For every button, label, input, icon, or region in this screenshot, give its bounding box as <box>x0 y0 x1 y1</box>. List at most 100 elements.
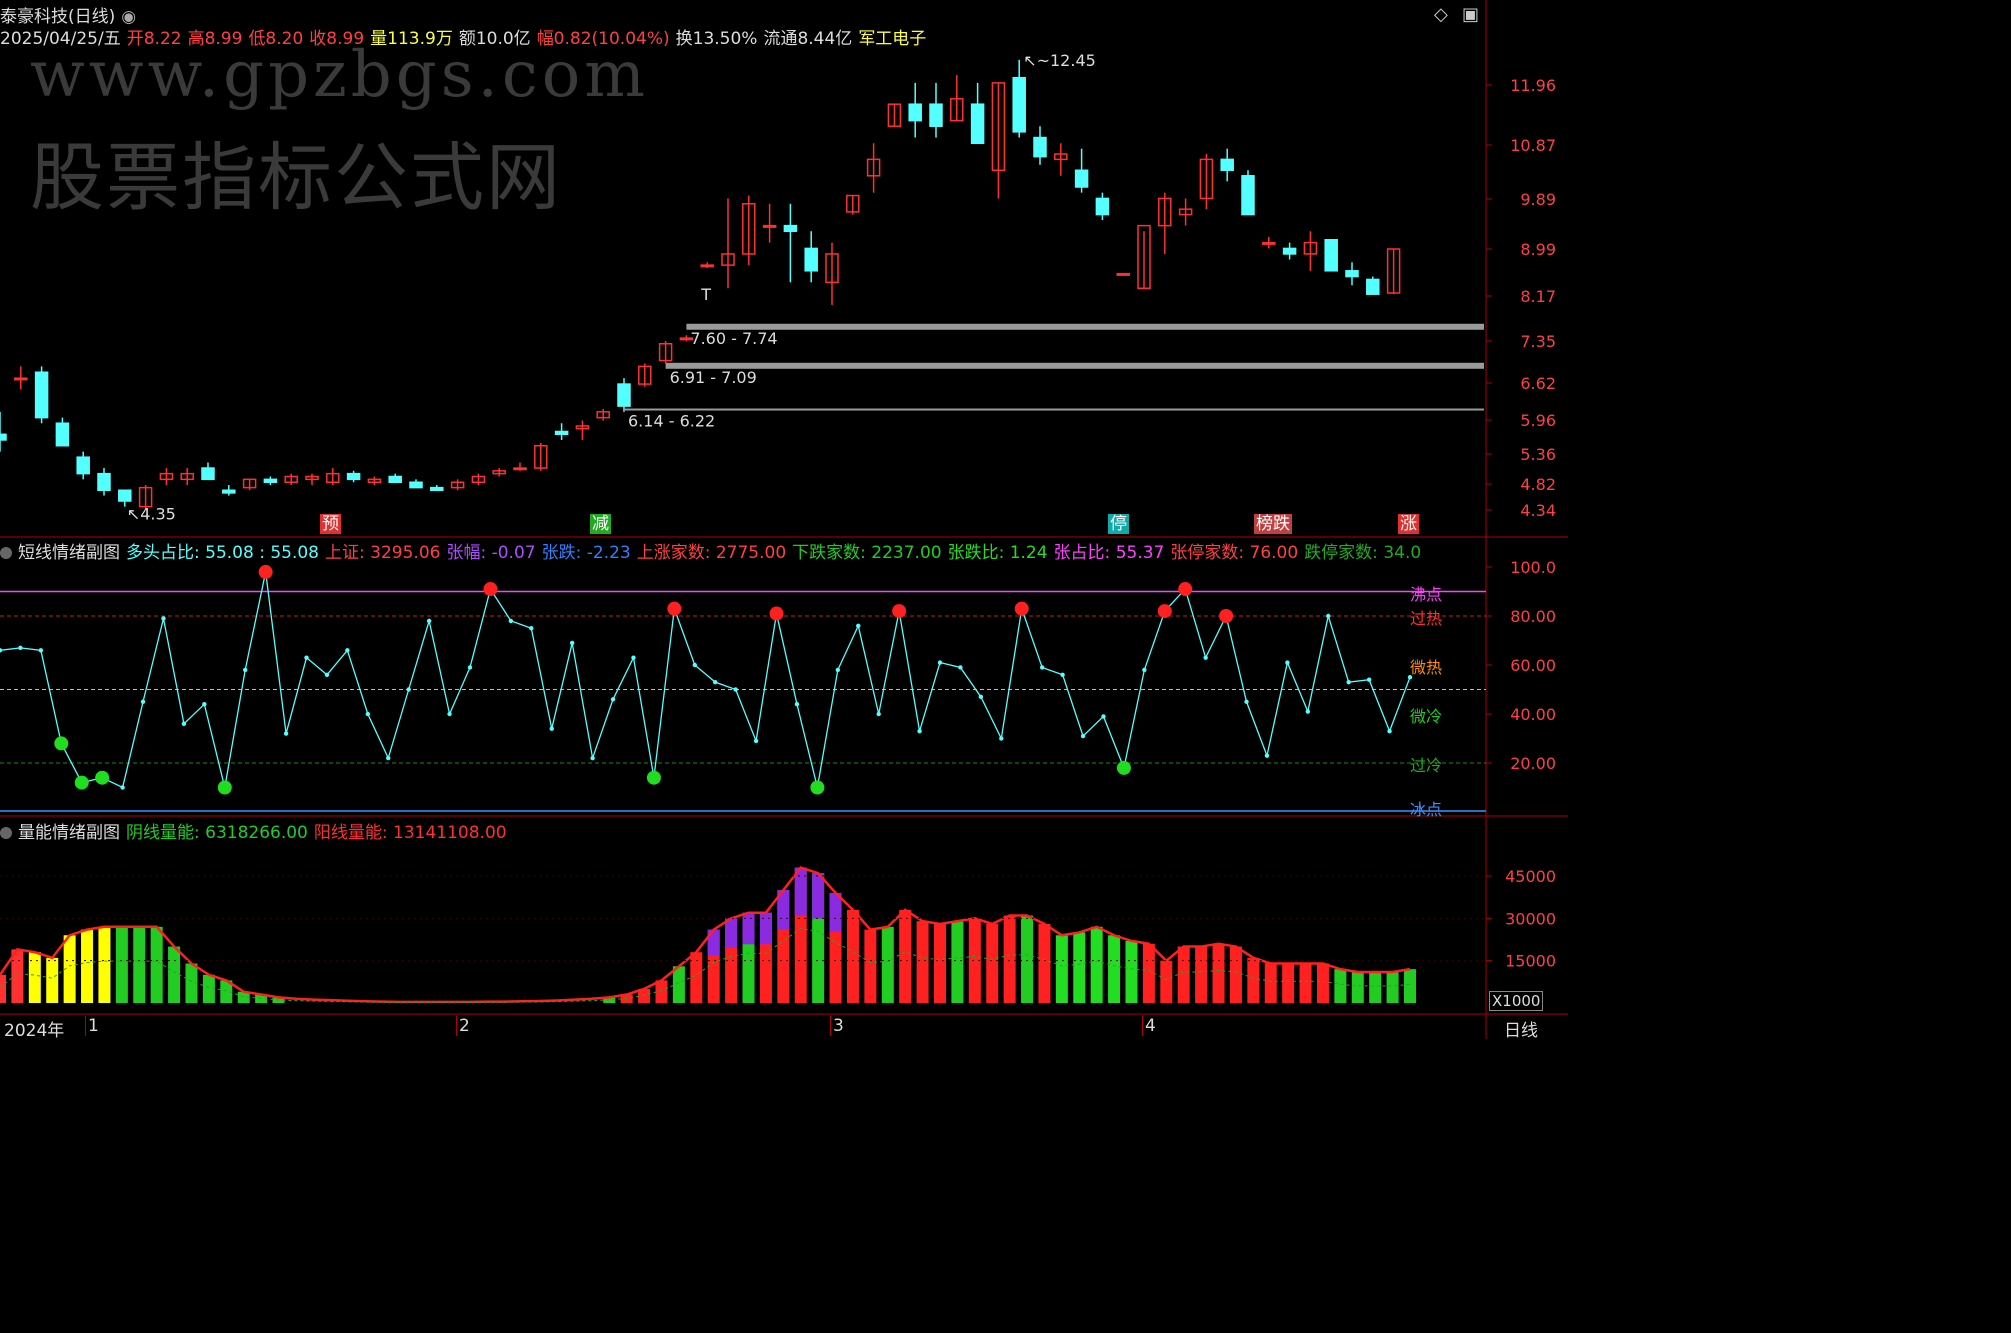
volume-bar <box>1090 926 1103 1003</box>
y-tick-label: 4.82 <box>1520 475 1556 494</box>
hot-marker <box>1178 582 1193 597</box>
y-tick-label: 8.17 <box>1520 287 1556 306</box>
y-tick-label: 6.62 <box>1520 374 1556 393</box>
event-flag[interactable]: 减 <box>590 514 611 534</box>
x-axis-label: 4 <box>1142 1016 1156 1036</box>
sentiment-point <box>610 697 616 702</box>
legend-item: 张跌比: 1.24 <box>947 543 1048 563</box>
sentiment-point <box>713 679 718 685</box>
sentiment-point <box>202 702 207 707</box>
sentiment-point <box>0 648 3 653</box>
high-price: 高8.99 <box>187 29 243 49</box>
y-tick-label: 5.36 <box>1520 445 1556 464</box>
event-flag[interactable]: 榜跌 <box>1254 514 1292 534</box>
sentiment-point <box>38 648 44 653</box>
candle-body <box>762 224 777 228</box>
candle-body <box>409 481 423 489</box>
sentiment-point <box>856 623 861 628</box>
volume-title: 量能情绪副图 <box>18 823 120 843</box>
sentiment-point <box>590 755 595 761</box>
y-tick-label: 80.00 <box>1510 607 1556 626</box>
sentiment-point <box>18 645 23 651</box>
diamond-icon[interactable]: ◇ <box>1434 4 1448 25</box>
volume: 量113.9万 <box>370 29 453 49</box>
volume-bar <box>1212 943 1225 1003</box>
volume-bar <box>115 926 128 1003</box>
candle-body <box>908 103 922 122</box>
hot-marker <box>258 564 273 579</box>
cold-marker <box>95 770 110 785</box>
close-price: 收8.99 <box>309 29 365 49</box>
sector[interactable]: 军工电子 <box>858 29 926 49</box>
candle-body <box>970 103 985 145</box>
cold-marker <box>217 780 232 795</box>
volume-bar <box>168 946 181 1003</box>
level-label: 过冷 <box>1410 756 1443 775</box>
sentiment-point <box>1203 655 1208 660</box>
panel-toggle-icon[interactable] <box>0 827 12 839</box>
event-flag[interactable]: 涨 <box>1398 514 1419 534</box>
candle-body <box>14 377 28 381</box>
zone-bar <box>624 408 1484 411</box>
cold-marker <box>1116 760 1131 775</box>
amount: 额10.0亿 <box>458 29 531 49</box>
sentiment-point <box>529 626 534 631</box>
volume-bar <box>1177 946 1190 1003</box>
hot-marker <box>483 582 498 597</box>
candle-body <box>76 456 90 475</box>
hot-marker <box>1219 609 1234 623</box>
volume-bar <box>98 926 111 1003</box>
zone-label: 7.60 - 7.74 <box>690 329 777 348</box>
hot-marker <box>769 606 784 621</box>
y-tick-label: 45000 <box>1505 867 1556 886</box>
sentiment-point <box>406 687 411 692</box>
turnover: 换13.50% <box>675 29 758 49</box>
sentiment-title: 短线情绪副图 <box>18 543 120 563</box>
window-icon[interactable]: ▣ <box>1462 4 1479 25</box>
legend-item: 上证: 3295.06 <box>325 543 441 563</box>
t-marker: T <box>700 285 711 304</box>
sentiment-point <box>1346 679 1351 685</box>
y-axis-labels: 11.96 10.87 9.89 8.99 8.17 7.35 6.62 5.96 5.36 4.… <box>1486 76 1556 971</box>
volume-bar <box>1334 969 1347 1003</box>
sentiment-point <box>1039 665 1045 670</box>
volume-bar <box>864 929 877 1003</box>
event-flag[interactable]: 预 <box>320 514 341 534</box>
volume-bar-top <box>812 873 825 919</box>
level-label: 沸点 <box>1410 584 1443 604</box>
volume-bar <box>951 921 964 1003</box>
panel-toggle-icon[interactable] <box>0 547 12 559</box>
sentiment-point <box>1244 699 1249 704</box>
candle-body <box>804 247 818 272</box>
candle-body <box>1262 241 1276 245</box>
sentiment-point <box>1142 667 1147 673</box>
candle-body <box>55 422 70 447</box>
volume-legend: 量能情绪副图 阴线量能: 6318266.00 阳线量能: 13141108.00 <box>0 818 519 843</box>
y-tick-label: 4.34 <box>1520 501 1556 520</box>
period-tab[interactable]: 日线 <box>1504 1016 1538 1041</box>
candle-body <box>1241 175 1255 216</box>
sentiment-point <box>1080 733 1086 739</box>
volume-bar <box>986 923 999 1003</box>
sentiment-point <box>1264 753 1270 758</box>
change: 幅0.82(10.04%) <box>536 29 670 49</box>
sentiment-point <box>1101 714 1106 719</box>
candle-body <box>513 467 527 471</box>
event-flag[interactable]: 停 <box>1108 514 1129 534</box>
candle-body <box>0 433 7 441</box>
volume-bar <box>690 952 703 1003</box>
candle-body <box>554 430 569 436</box>
volume-bar <box>1073 932 1086 1003</box>
float-cap: 流通8.44亿 <box>763 29 853 49</box>
sentiment-point <box>917 728 922 734</box>
zone-bar <box>686 323 1484 330</box>
sentiment-point <box>999 736 1004 741</box>
sentiment-point <box>835 667 841 673</box>
legend-item: 张占比: 55.37 <box>1053 543 1165 563</box>
sentiment-point <box>631 655 636 660</box>
cold-marker <box>54 736 69 751</box>
x-axis-label: 1 <box>85 1016 99 1036</box>
volume-bar <box>1386 971 1399 1003</box>
sentiment-point <box>304 655 309 660</box>
zone-bar <box>665 362 1484 369</box>
